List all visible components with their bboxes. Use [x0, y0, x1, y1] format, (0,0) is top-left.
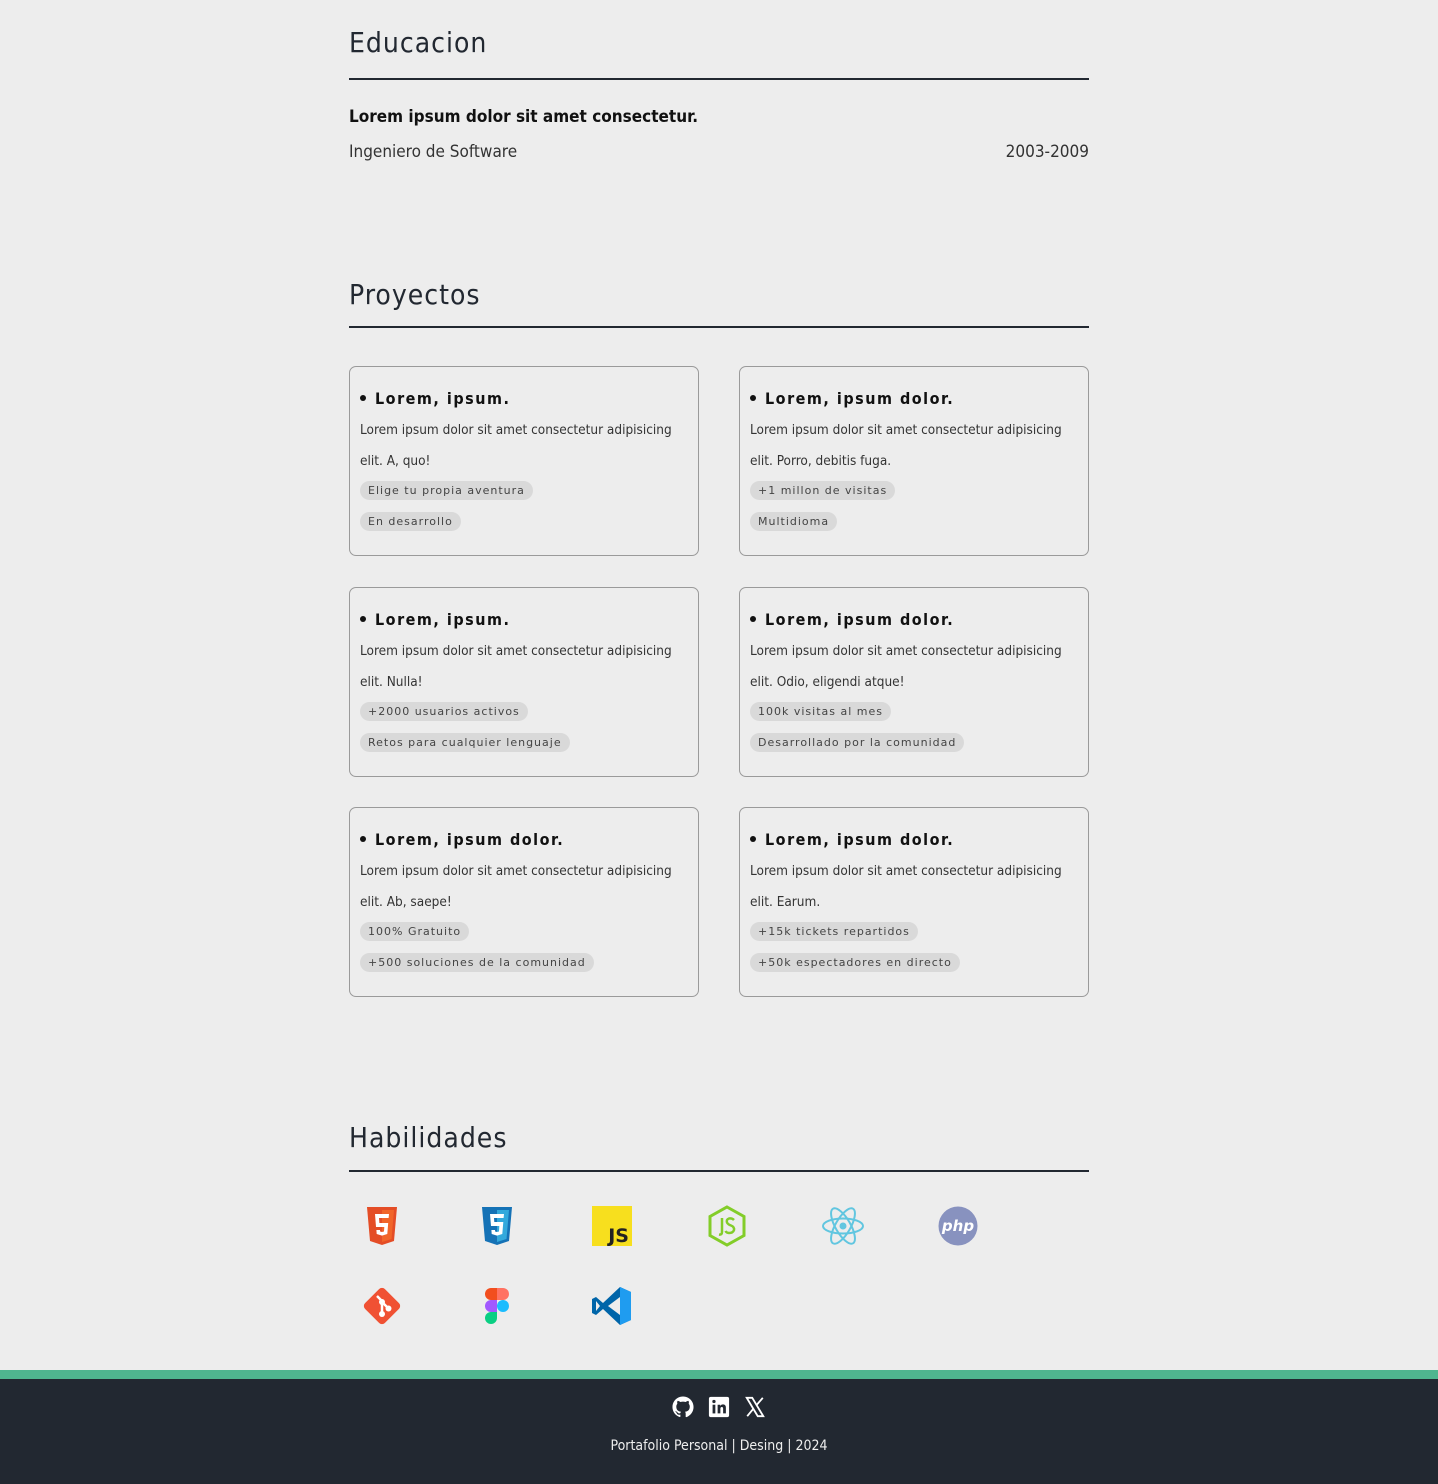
- linkedin-icon[interactable]: [707, 1395, 731, 1419]
- footer-accent-bar: [0, 1370, 1438, 1379]
- footer-text: Portafolio Personal | Desing | 2024: [610, 1438, 828, 1454]
- skills-title: Habilidades: [349, 1121, 508, 1154]
- git-icon: [360, 1284, 404, 1328]
- nodejs-icon: [705, 1204, 749, 1248]
- javascript-icon: JS: [590, 1204, 634, 1248]
- react-icon: [821, 1204, 865, 1248]
- github-icon[interactable]: [671, 1395, 695, 1419]
- figma-icon: [475, 1284, 519, 1328]
- php-icon: php: [936, 1204, 980, 1248]
- svg-text:JS: JS: [606, 1225, 629, 1246]
- skills-divider: [349, 1170, 1089, 1172]
- svg-text:php: php: [941, 1217, 974, 1235]
- html5-icon: [360, 1204, 404, 1248]
- css3-icon: [475, 1204, 519, 1248]
- skills-section: Habilidades JS php: [349, 0, 1089, 1360]
- vscode-icon: [590, 1284, 634, 1328]
- x-icon[interactable]: [743, 1395, 767, 1419]
